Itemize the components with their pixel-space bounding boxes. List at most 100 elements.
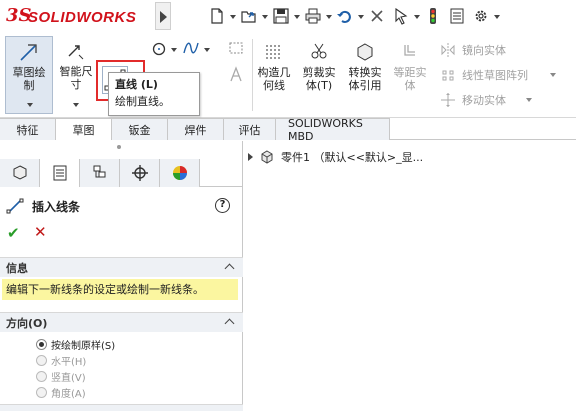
trim-entities-label: 剪裁实 体(T) [302,66,336,92]
convert-entities-button[interactable]: 转换实 体引用 [343,41,387,101]
option-angle[interactable]: 角度(A) [36,384,86,400]
select-dropdown[interactable] [413,4,421,28]
spline-tool-dropdown[interactable] [204,48,210,52]
option-vertical[interactable]: 竖直(V) [36,368,86,384]
command-manager-ribbon: 草图绘 制 智能尺 寸 构造几 何线 剪裁实 体(T) 转换实 体引用 等距实 … [0,33,576,118]
help-icon[interactable]: ? [215,198,230,213]
tooltip-description: 绘制直线。 [115,95,170,108]
print-icon[interactable] [301,4,325,28]
construct-geometry-label: 构造几 何线 [257,66,291,92]
mirror-entities-button[interactable]: 镜向实体 [440,39,506,61]
sketch-dropdown[interactable] [27,103,33,107]
circle-icon [152,42,166,56]
radio-button[interactable] [36,386,47,398]
select-icon[interactable] [389,4,413,28]
option-label: 竖直(V) [51,372,86,384]
tab-evaluate[interactable]: 评估 [224,118,276,140]
orientation-section-header[interactable]: 方向(O) [0,312,243,332]
options-dropdown[interactable] [493,4,501,28]
radio-button[interactable] [36,354,47,366]
new-document-icon[interactable] [205,4,229,28]
collapse-chevron-icon[interactable] [224,318,235,329]
construct-geometry-icon [266,45,280,59]
propertymanager-tab[interactable] [40,159,80,187]
mirror-entities-label: 镜向实体 [462,44,506,57]
rectangle-tool-button[interactable] [226,39,246,61]
open-icon[interactable] [237,4,261,28]
collapse-chevron-icon[interactable] [224,263,235,274]
convert-entities-label: 转换实 体引用 [348,66,382,92]
quick-access-toolbar [205,4,501,28]
traffic-light-icon[interactable] [421,4,445,28]
line-icon [6,198,24,214]
orientation-header-label: 方向(O) [6,316,48,330]
appearance-sphere-icon [172,166,187,180]
line-tooltip: 直线 (L) 绘制直线。 [108,72,200,116]
info-message: 编辑下一新线条的设定或绘制一新线条。 [2,279,238,300]
text-icon [230,66,242,82]
option-label: 水平(H) [51,356,87,368]
logo-text: SOLIDWORKS [28,9,137,26]
trim-entities-button[interactable]: 剪裁实 体(T) [297,41,341,101]
undo-dropdown[interactable] [357,4,365,28]
command-tabs: 特征 草图 钣金 焊件 评估 SOLIDWORKS MBD [0,117,576,143]
configuration-icon [93,165,105,178]
title-bar: 3S SOLIDWORKS [0,0,576,33]
display-manager-tab[interactable] [160,159,200,187]
circle-tool-button[interactable] [148,39,170,61]
info-section-header[interactable]: 信息 [0,257,243,277]
configurationmanager-tab[interactable] [80,159,120,187]
expand-arrow-icon[interactable] [248,153,253,161]
text-tool-button[interactable] [226,65,246,87]
crosshair-icon [131,165,148,181]
smart-dimension-dropdown[interactable] [73,103,79,107]
file-properties-icon[interactable] [445,4,469,28]
print-dropdown[interactable] [325,4,333,28]
sketch-icon [20,44,37,61]
save-dropdown[interactable] [293,4,301,28]
sketch-label: 草图绘 制 [12,66,46,92]
cancel-x-button[interactable]: ✕ [34,223,47,241]
offset-entities-button[interactable]: 等距实 体 [389,41,431,101]
tab-weldments[interactable]: 焊件 [168,118,224,140]
smart-dimension-label: 智能尺 寸 [59,65,93,91]
options-gear-icon[interactable] [469,4,493,28]
move-entities-dropdown[interactable] [526,98,532,102]
convert-entities-icon [357,43,373,61]
menu-expand-arrow[interactable] [155,2,171,30]
spline-tool-button[interactable] [180,39,202,61]
solidworks-logo[interactable]: 3S SOLIDWORKS [2,3,152,31]
featuremanager-tab[interactable] [0,159,40,187]
ok-check-button[interactable]: ✔ [7,224,20,242]
ribbon-separator [252,39,253,111]
construct-geometry-button[interactable]: 构造几 何线 [254,41,294,101]
radio-button[interactable] [36,370,47,382]
linear-pattern-dropdown[interactable] [550,73,556,77]
option-as-sketched[interactable]: 按绘制原样(S) [36,336,115,352]
linear-pattern-button[interactable]: 线性草图阵列 [440,64,528,86]
option-horizontal[interactable]: 水平(H) [36,352,86,368]
insert-line-title: 插入线条 [32,199,81,214]
close-icon[interactable] [365,4,389,28]
tree-root-item[interactable]: 零件1 （默认<<默认>_显... [248,149,423,165]
tab-features[interactable]: 特征 [0,118,56,140]
circle-tool-dropdown[interactable] [171,48,177,52]
property-manager-title: 插入线条 [6,197,80,215]
next-section-header[interactable] [0,404,243,411]
tab-solidworks-mbd[interactable]: SOLIDWORKS MBD [276,117,390,143]
feature-tree-icon [13,165,26,180]
save-icon[interactable] [269,4,293,28]
offset-entities-icon [404,45,415,56]
tab-sketch[interactable]: 草图 [56,118,112,140]
dimxpert-tab[interactable] [120,159,160,187]
radio-button[interactable] [36,338,47,350]
tab-sheet-metal[interactable]: 钣金 [112,118,168,140]
open-dropdown[interactable] [261,4,269,28]
panel-splitter-handle[interactable] [117,145,121,149]
move-entities-button[interactable]: 移动实体 [440,89,506,111]
trim-icon [311,43,327,59]
property-list-icon [53,165,66,181]
new-document-dropdown[interactable] [229,4,237,28]
rectangle-icon [229,42,243,54]
undo-icon[interactable] [333,4,357,28]
